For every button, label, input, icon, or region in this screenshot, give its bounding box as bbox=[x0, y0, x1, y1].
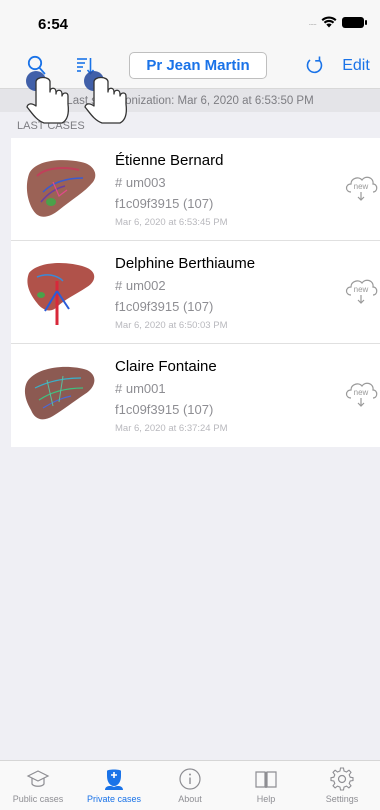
new-cloud-download-icon[interactable]: new bbox=[343, 275, 379, 307]
wifi-icon bbox=[321, 16, 337, 28]
graduation-cap-icon bbox=[26, 770, 50, 787]
status-time: 6:54 bbox=[38, 16, 69, 33]
tab-bar: Public cases Private cases About Help Se… bbox=[0, 760, 380, 810]
tab-label: Help bbox=[256, 794, 276, 804]
tab-private-cases[interactable]: Private cases bbox=[76, 761, 152, 810]
new-cloud-download-icon[interactable]: new bbox=[343, 172, 379, 204]
edit-button[interactable]: Edit bbox=[338, 52, 374, 80]
status-bar: 6:54 ..... bbox=[0, 0, 380, 44]
tab-about[interactable]: About bbox=[152, 761, 228, 810]
book-icon bbox=[255, 771, 277, 788]
new-badge: new bbox=[354, 182, 369, 191]
tab-label: Public cases bbox=[12, 794, 64, 804]
tab-label: About bbox=[178, 794, 202, 804]
case-id: # um001 bbox=[115, 381, 166, 396]
info-icon bbox=[179, 768, 201, 790]
tap-gesture-hand-icon bbox=[84, 71, 127, 124]
gear-icon bbox=[330, 767, 354, 791]
battery-icon bbox=[342, 16, 367, 28]
case-id: # um003 bbox=[115, 175, 166, 190]
case-hash: f1c09f3915 (107) bbox=[115, 402, 214, 417]
case-date: Mar 6, 2020 at 6:50:03 PM bbox=[115, 320, 228, 331]
doctor-selector-button[interactable]: Pr Jean Martin bbox=[129, 52, 267, 79]
case-date: Mar 6, 2020 at 6:37:24 PM bbox=[115, 423, 228, 434]
patient-name: Delphine Berthiaume bbox=[115, 255, 256, 272]
tab-label: Settings bbox=[325, 794, 359, 804]
doctor-icon bbox=[105, 769, 123, 790]
patient-name: Étienne Bernard bbox=[115, 152, 224, 169]
case-row[interactable]: Étienne Bernard # um003 f1c09f3915 (107)… bbox=[11, 138, 380, 241]
liver-3d-thumbnail bbox=[27, 263, 95, 325]
tab-help[interactable]: Help bbox=[228, 761, 304, 810]
case-hash: f1c09f3915 (107) bbox=[115, 299, 214, 314]
case-row[interactable]: Delphine Berthiaume # um002 f1c09f3915 (… bbox=[11, 241, 380, 344]
status-icons: ..... bbox=[308, 16, 367, 28]
patient-name: Claire Fontaine bbox=[115, 358, 217, 375]
case-hash: f1c09f3915 (107) bbox=[115, 196, 214, 211]
refresh-icon bbox=[306, 56, 323, 74]
new-cloud-download-icon[interactable]: new bbox=[343, 378, 379, 410]
signal-icon: ..... bbox=[308, 17, 316, 27]
refresh-button[interactable] bbox=[302, 52, 328, 80]
case-date: Mar 6, 2020 at 6:53:45 PM bbox=[115, 217, 228, 228]
tap-gesture-hand-icon bbox=[26, 71, 69, 124]
case-list: Étienne Bernard # um003 f1c09f3915 (107)… bbox=[11, 138, 380, 447]
tab-public-cases[interactable]: Public cases bbox=[0, 761, 76, 810]
new-badge: new bbox=[354, 285, 369, 294]
tab-settings[interactable]: Settings bbox=[304, 761, 380, 810]
case-id: # um002 bbox=[115, 278, 166, 293]
case-row[interactable]: Claire Fontaine # um001 f1c09f3915 (107)… bbox=[11, 344, 380, 447]
liver-3d-thumbnail bbox=[26, 160, 96, 217]
tab-label: Private cases bbox=[86, 794, 142, 804]
new-badge: new bbox=[354, 388, 369, 397]
liver-3d-thumbnail bbox=[24, 366, 95, 420]
